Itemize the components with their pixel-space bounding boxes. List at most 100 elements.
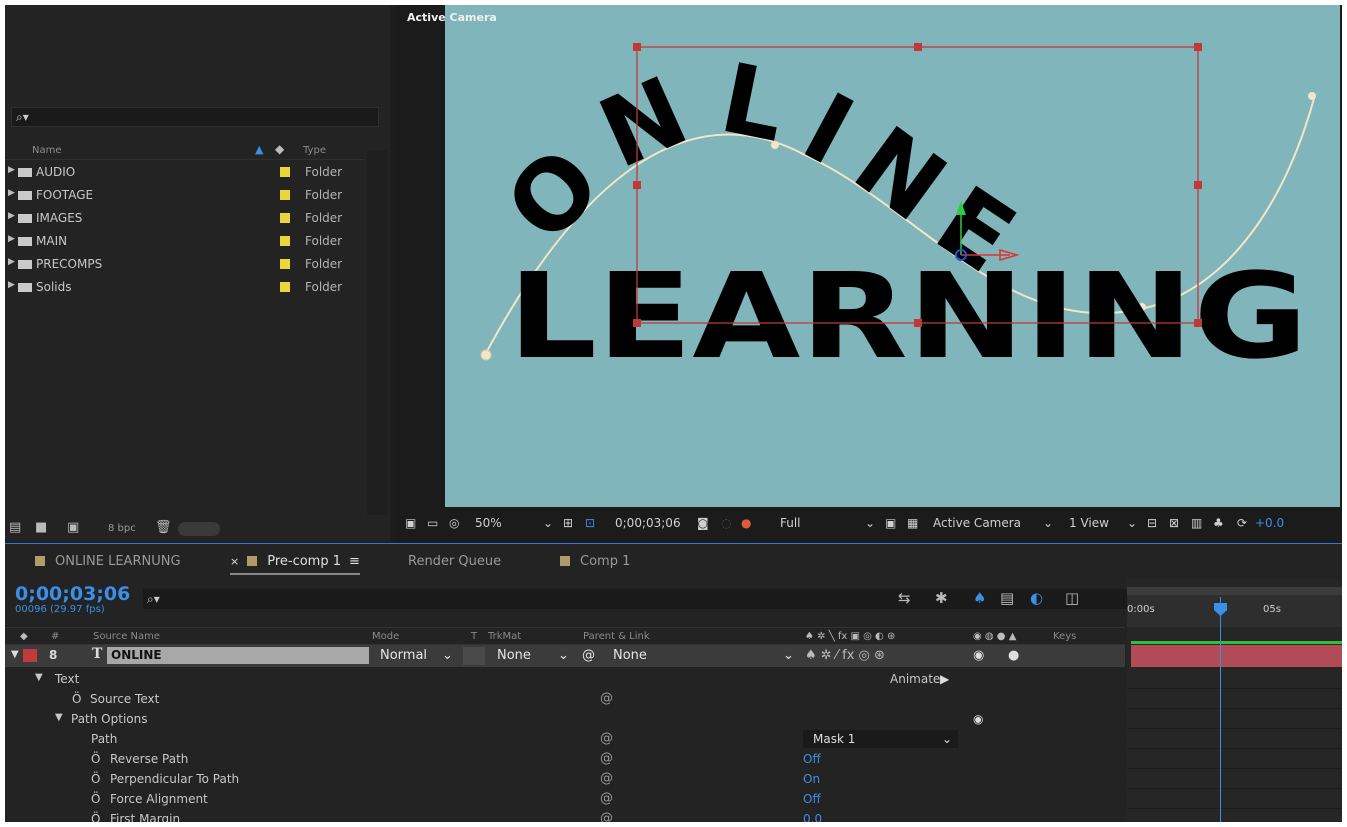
path-mask-dropdown[interactable]: Mask 1 ⌄	[803, 730, 958, 748]
solo-dot-icon[interactable]: ●	[1008, 648, 1019, 663]
visibility-eye-icon[interactable]: ◉	[973, 648, 984, 663]
stopwatch-icon[interactable]: Ö	[91, 792, 100, 806]
layer-switches-icons[interactable]: ♠ ✲ ⁄ fx ◎ ⊛	[805, 648, 885, 663]
tab-online-learnung[interactable]: ONLINE LEARNUNG	[35, 554, 181, 569]
property-reverse-path[interactable]: Ö Reverse Path @ Off	[5, 749, 1125, 769]
timeline-current-time[interactable]: 0;00;03;06	[15, 583, 130, 605]
layer-label-color[interactable]	[23, 649, 37, 662]
tab-render-queue[interactable]: Render Queue	[408, 554, 501, 569]
chevron-down-icon[interactable]: ⌄	[543, 516, 553, 530]
show-snapshot-icon[interactable]: ◌	[721, 516, 731, 530]
property-source-text[interactable]: Ö Source Text @	[5, 689, 1125, 709]
mask-visibility-icon[interactable]: ⊡	[585, 516, 595, 530]
stopwatch-icon[interactable]: Ö	[91, 772, 100, 786]
property-perpendicular-to-path[interactable]: Ö Perpendicular To Path @ On	[5, 769, 1125, 789]
expression-spiral-icon[interactable]: @	[600, 751, 613, 766]
layer-duration-bar[interactable]	[1131, 645, 1342, 667]
new-composition-icon[interactable]: ▣	[67, 520, 79, 535]
property-path-options[interactable]: ▼ Path Options ◉	[5, 709, 1125, 729]
chevron-down-icon[interactable]: ⌄	[865, 516, 875, 530]
camera-dropdown[interactable]: Active Camera	[933, 516, 1021, 530]
label-color-swatch[interactable]	[280, 190, 290, 200]
time-ruler[interactable]: 0:00s 05s	[1127, 587, 1342, 627]
property-path[interactable]: Path @ Mask 1 ⌄	[5, 729, 1125, 749]
grid-icon[interactable]: ⊞	[563, 516, 573, 530]
close-icon[interactable]: ×	[230, 555, 239, 568]
type-column-header[interactable]: Type	[303, 145, 326, 156]
property-text[interactable]: ▼ Text Animate: ▶	[5, 669, 1125, 689]
label-tag-icon[interactable]: ◆	[275, 142, 284, 156]
transparency-grid-icon[interactable]: ▦	[907, 516, 918, 530]
reset-exposure-icon[interactable]: ⟳	[1237, 516, 1247, 530]
region-of-interest-icon[interactable]: ▣	[885, 516, 896, 530]
learning-text[interactable]: LEARNING	[508, 247, 1308, 385]
composition-canvas[interactable]: LEARNING ONLINE	[445, 5, 1340, 507]
layer-name-field[interactable]: ONLINE	[107, 647, 369, 664]
blend-mode-dropdown[interactable]: Normal	[380, 648, 427, 663]
snapshot-icon[interactable]: ◙	[697, 516, 709, 530]
expand-triangle-icon[interactable]: ▶	[8, 280, 15, 290]
path-start-vertex[interactable]	[480, 349, 492, 361]
layer-row-online[interactable]: ▼ 8 T ONLINE Normal ⌄ None ⌄ @ None ⌄ ♠ …	[5, 645, 1125, 667]
frame-blending-icon[interactable]: ▤	[1000, 589, 1014, 607]
work-area-bar[interactable]	[1127, 587, 1342, 595]
flowchart-icon[interactable]: ♣	[1213, 516, 1224, 530]
property-first-margin[interactable]: Ö First Margin @ 0.0	[5, 809, 1125, 822]
expression-spiral-icon[interactable]: @	[600, 811, 613, 822]
resolution-dropdown[interactable]: Full	[780, 516, 801, 530]
composition-mini-flowchart-icon[interactable]: ⇆	[898, 589, 911, 607]
interpret-footage-icon[interactable]: ▤	[9, 520, 21, 535]
always-preview-icon[interactable]: ▣	[405, 516, 416, 530]
expand-triangle-icon[interactable]: ▶	[8, 188, 15, 198]
thumbnail-size-toggle[interactable]	[178, 522, 220, 536]
toggle-pixel-aspect-icon[interactable]: ⊟	[1147, 516, 1157, 530]
color-depth-button[interactable]: 8 bpc	[108, 523, 136, 534]
stopwatch-icon[interactable]: Ö	[91, 752, 100, 766]
project-item-images[interactable]: ▶ IMAGES Folder	[5, 208, 365, 230]
shy-layers-icon[interactable]: ♠	[973, 589, 986, 607]
label-tag-icon[interactable]: ◆	[20, 631, 28, 642]
parent-dropdown[interactable]: None	[613, 648, 647, 663]
project-search-input[interactable]: ⌕▾	[11, 107, 379, 127]
exposure-value[interactable]: +0.0	[1255, 516, 1284, 530]
trash-icon[interactable]: 🗑	[155, 520, 172, 535]
reverse-path-value[interactable]: Off	[803, 752, 821, 766]
source-name-header[interactable]: Source Name	[93, 631, 160, 642]
expand-triangle-icon[interactable]: ▶	[8, 257, 15, 267]
visibility-eye-icon[interactable]: ◉	[973, 712, 983, 726]
stopwatch-icon[interactable]: Ö	[91, 812, 100, 822]
view-layout-dropdown[interactable]: 1 View	[1069, 516, 1109, 530]
project-item-solids[interactable]: ▶ Solids Folder	[5, 277, 365, 299]
tab-comp-1[interactable]: Comp 1	[560, 554, 630, 569]
panel-menu-icon[interactable]: ≡	[349, 554, 360, 569]
monitor-icon[interactable]: ▭	[427, 516, 438, 530]
project-scrollbar[interactable]	[367, 150, 387, 515]
color-channels-icon[interactable]: ●	[741, 516, 751, 530]
expand-triangle-icon[interactable]: ▼	[35, 672, 43, 683]
stopwatch-icon[interactable]: Ö	[72, 692, 81, 706]
expand-triangle-icon[interactable]: ▶	[8, 165, 15, 175]
pick-whip-icon[interactable]: @	[582, 648, 595, 663]
fast-previews-icon[interactable]: ⊠	[1169, 516, 1179, 530]
chevron-down-icon[interactable]: ⌄	[783, 648, 794, 663]
expand-triangle-icon[interactable]: ▶	[8, 211, 15, 221]
motion-blur-icon[interactable]: ◐	[1030, 589, 1043, 607]
animate-menu-icon[interactable]: ▶	[940, 672, 949, 686]
current-time-display[interactable]: 0;00;03;06	[615, 516, 681, 530]
zoom-dropdown[interactable]: 50%	[475, 516, 502, 530]
label-color-swatch[interactable]	[280, 282, 290, 292]
draft-3d-icon[interactable]: ✱	[935, 589, 948, 607]
project-item-main[interactable]: ▶ MAIN Folder	[5, 231, 365, 253]
expand-triangle-icon[interactable]: ▼	[55, 712, 63, 723]
project-item-footage[interactable]: ▶ FOOTAGE Folder	[5, 185, 365, 207]
path-end-vertex[interactable]	[1308, 92, 1316, 100]
label-color-swatch[interactable]	[280, 236, 290, 246]
label-color-swatch[interactable]	[280, 259, 290, 269]
preserve-transparency-checkbox[interactable]	[463, 647, 485, 665]
project-item-precomps[interactable]: ▶ PRECOMPS Folder	[5, 254, 365, 276]
tab-pre-comp-1[interactable]: × Pre-comp 1 ≡	[230, 554, 360, 575]
label-color-swatch[interactable]	[280, 213, 290, 223]
property-force-alignment[interactable]: Ö Force Alignment @ Off	[5, 789, 1125, 809]
current-time-indicator[interactable]	[1220, 597, 1221, 822]
sort-ascending-icon[interactable]: ▲	[255, 143, 263, 156]
